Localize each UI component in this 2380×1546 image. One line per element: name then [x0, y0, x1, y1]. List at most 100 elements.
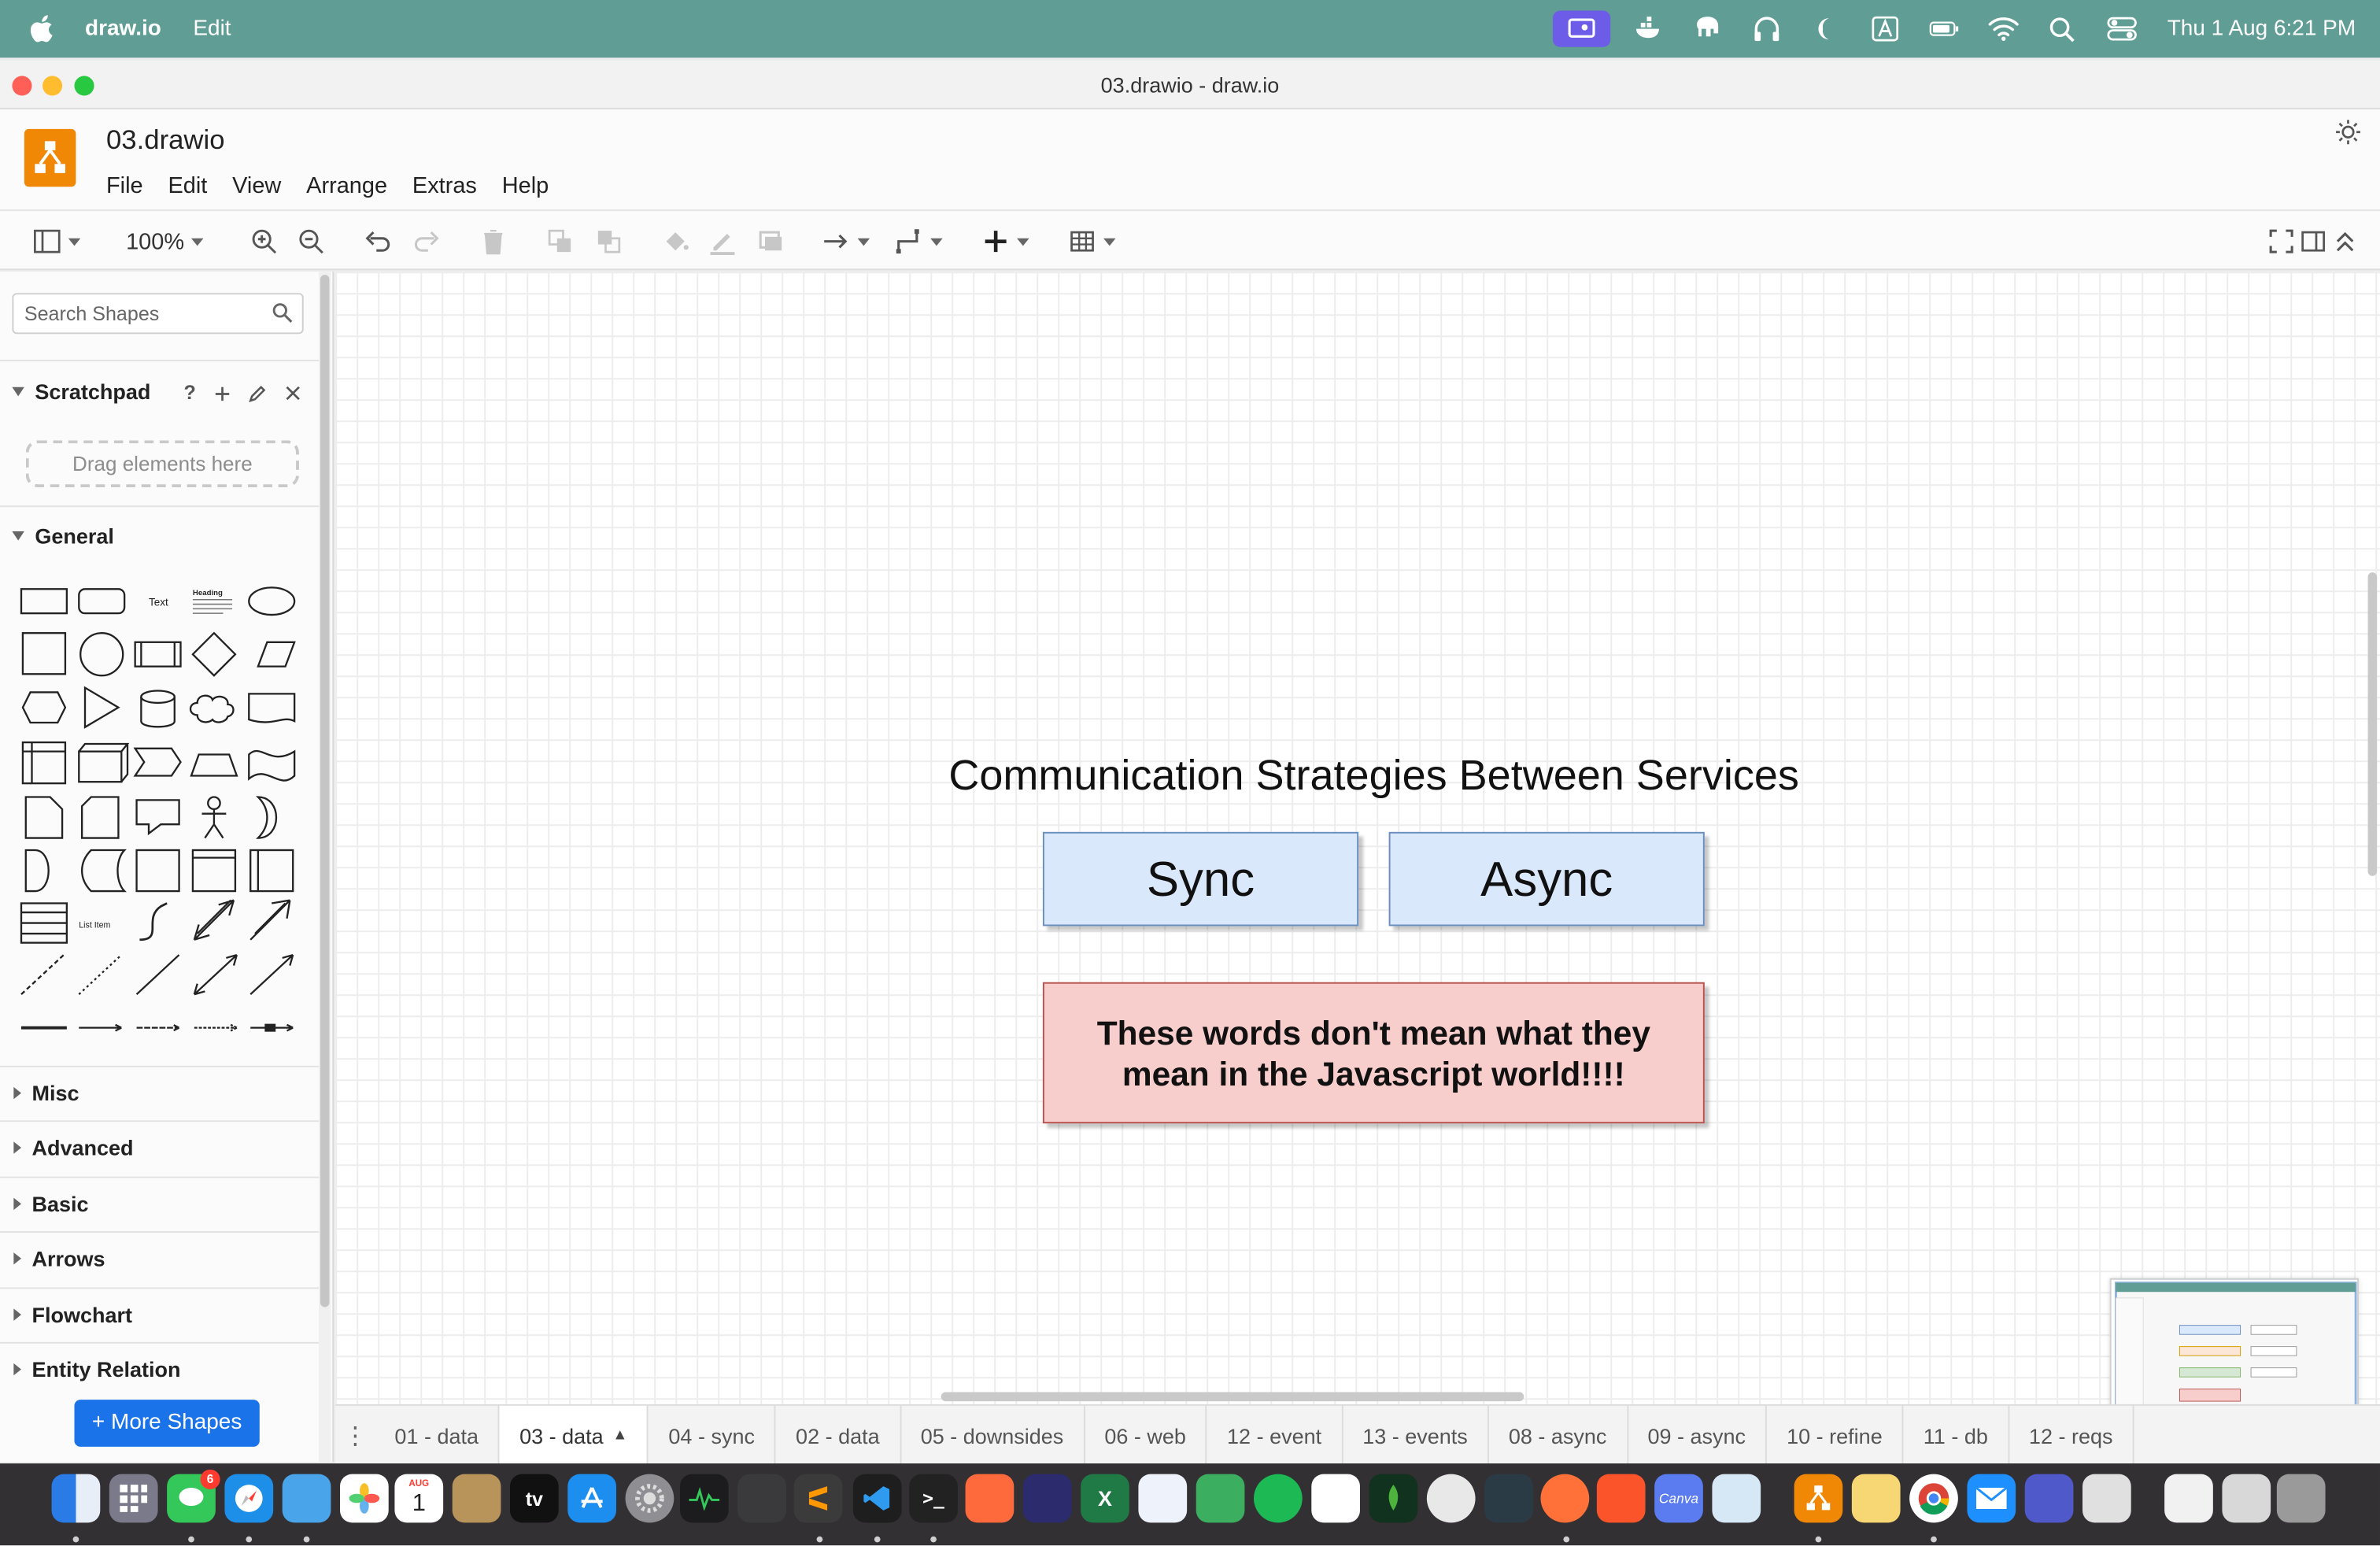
canvas-horizontal-scrollbar[interactable]	[941, 1392, 1524, 1402]
pages-menu-button[interactable]: ⋮	[335, 1406, 375, 1465]
list-item-shape-icon[interactable]: List Item	[79, 920, 110, 930]
hexagon-shape-icon[interactable]	[21, 691, 67, 724]
fullscreen-button[interactable]	[2267, 226, 2295, 257]
rounded-rectangle-shape-icon[interactable]	[78, 588, 126, 615]
tableplus-elephant-icon[interactable]	[1691, 12, 1724, 45]
page-tab[interactable]: 01 - data	[375, 1405, 501, 1466]
safari-icon[interactable]	[224, 1474, 274, 1523]
to-back-button[interactable]	[595, 226, 623, 257]
theme-sun-icon[interactable]	[2334, 118, 2362, 146]
docker-icon[interactable]	[1632, 12, 1665, 45]
mongodb-compass-icon[interactable]	[1369, 1474, 1418, 1523]
cube-shape-icon[interactable]	[78, 742, 130, 783]
misc-section-header[interactable]: Misc	[0, 1067, 319, 1119]
list-shape-icon[interactable]	[20, 902, 68, 944]
activity-monitor-icon[interactable]	[679, 1474, 729, 1523]
search-shapes-input[interactable]: Search Shapes	[12, 293, 304, 335]
system-settings-icon[interactable]	[625, 1474, 674, 1523]
heading-textbox-shape-icon[interactable]: Heading	[193, 589, 233, 614]
wifi-icon[interactable]	[1987, 12, 2020, 45]
page-tab[interactable]: 08 - async	[1489, 1405, 1628, 1466]
instruments-icon[interactable]	[1138, 1474, 1188, 1523]
circle-shape-icon[interactable]	[79, 632, 124, 677]
curve-shape-icon[interactable]	[139, 902, 168, 941]
edit-pencil-icon[interactable]	[249, 383, 267, 402]
line-icon[interactable]	[135, 954, 180, 996]
zoom-in-button[interactable]	[250, 226, 278, 257]
square-shape-icon[interactable]	[21, 632, 67, 675]
page-tab[interactable]: 09 - async	[1628, 1405, 1768, 1466]
entity-relation-section-header[interactable]: Entity Relation	[0, 1344, 319, 1396]
bidirectional-arrow-icon[interactable]	[193, 899, 235, 941]
sublime-text-icon[interactable]	[793, 1474, 843, 1523]
vscode-icon[interactable]	[852, 1474, 902, 1523]
page-tab[interactable]: 02 - data	[776, 1405, 901, 1466]
control-center-icon[interactable]	[2106, 12, 2139, 45]
page-tab[interactable]: 12 - event	[1207, 1405, 1343, 1466]
insert-dropdown[interactable]	[982, 226, 1029, 257]
step-shape-icon[interactable]	[133, 747, 182, 777]
page-tab[interactable]: 05 - downsides	[901, 1405, 1085, 1466]
sidebar-scrollbar[interactable]	[318, 272, 331, 1463]
warning-note-box[interactable]: These words don't mean what they mean in…	[1042, 982, 1705, 1124]
page-tab[interactable]: 04 - sync	[649, 1405, 776, 1466]
directional-connector-icon[interactable]	[249, 953, 294, 996]
pencil-app-icon[interactable]	[965, 1474, 1014, 1523]
to-front-button[interactable]	[546, 226, 574, 257]
dotted-line-icon[interactable]	[78, 954, 123, 996]
zoom-out-button[interactable]	[298, 226, 325, 257]
basic-section-header[interactable]: Basic	[0, 1178, 319, 1230]
rectangle-shape-icon[interactable]	[20, 588, 68, 615]
block-arrow-icon[interactable]	[249, 899, 291, 941]
launchpad-icon[interactable]	[109, 1474, 158, 1523]
parallelogram-shape-icon[interactable]	[257, 641, 296, 668]
app-menu-edit[interactable]: Edit	[193, 17, 231, 41]
page-tab[interactable]: 10 - refine	[1767, 1405, 1904, 1466]
input-source-icon[interactable]	[1869, 12, 1902, 45]
dashed-connector-icon[interactable]	[136, 1023, 180, 1032]
undo-button[interactable]	[364, 226, 392, 257]
connection-style-dropdown[interactable]	[822, 226, 870, 257]
calendar-icon[interactable]: AUG 1	[394, 1474, 444, 1523]
format-panel-toggle[interactable]	[33, 226, 81, 257]
screenshot-preview-icon[interactable]	[2082, 1474, 2131, 1523]
search-icon[interactable]	[272, 302, 293, 324]
dashed-line-icon[interactable]	[20, 954, 65, 996]
canva-icon[interactable]: Canva	[1654, 1474, 1703, 1523]
menu-view[interactable]: View	[232, 173, 281, 199]
connector-with-label-icon[interactable]	[250, 1023, 294, 1032]
diagram-canvas[interactable]: Communication Strategies Between Service…	[335, 272, 2380, 1404]
connector-arrow-icon[interactable]	[79, 1023, 122, 1032]
vertical-swimlane-icon[interactable]	[249, 849, 294, 893]
format-panel-button[interactable]	[2300, 226, 2327, 257]
shadow-button[interactable]	[757, 226, 785, 257]
fill-color-button[interactable]	[662, 226, 689, 257]
arrows-section-header[interactable]: Arrows	[0, 1233, 319, 1285]
cylinder-shape-icon[interactable]	[140, 690, 176, 728]
chevron-up-icon[interactable]: ▲	[612, 1427, 627, 1444]
chrome-canary-icon[interactable]	[1426, 1474, 1476, 1523]
robinhood-icon[interactable]	[1196, 1474, 1245, 1523]
apple-logo-icon[interactable]	[30, 15, 55, 43]
sync-box[interactable]: Sync	[1042, 831, 1359, 926]
page-tab[interactable]: 12 - reqs	[2009, 1405, 2134, 1466]
teams-icon[interactable]	[2024, 1474, 2074, 1523]
more-shapes-button[interactable]: + More Shapes	[74, 1400, 260, 1447]
or-shape-icon[interactable]	[256, 796, 277, 839]
focus-moon-icon[interactable]	[1810, 12, 1843, 45]
cloud-shape-icon[interactable]	[189, 694, 235, 723]
document-shape-icon[interactable]	[248, 693, 296, 723]
menu-extras[interactable]: Extras	[412, 173, 477, 199]
eclipse-icon[interactable]	[1022, 1474, 1072, 1523]
photos-icon[interactable]	[339, 1474, 389, 1523]
chrome-icon[interactable]	[1909, 1474, 1958, 1523]
callout-shape-icon[interactable]	[135, 799, 180, 836]
trash-can-icon[interactable]	[2276, 1474, 2326, 1523]
process-shape-icon[interactable]	[134, 641, 182, 668]
spotify-icon[interactable]	[1253, 1474, 1303, 1523]
firefox-icon[interactable]	[1540, 1474, 1590, 1523]
flowchart-section-header[interactable]: Flowchart	[0, 1289, 319, 1341]
square-outline-shape-icon[interactable]	[135, 849, 180, 893]
document-filename[interactable]: 03.drawio	[106, 124, 225, 156]
app-store-icon[interactable]	[567, 1474, 616, 1523]
